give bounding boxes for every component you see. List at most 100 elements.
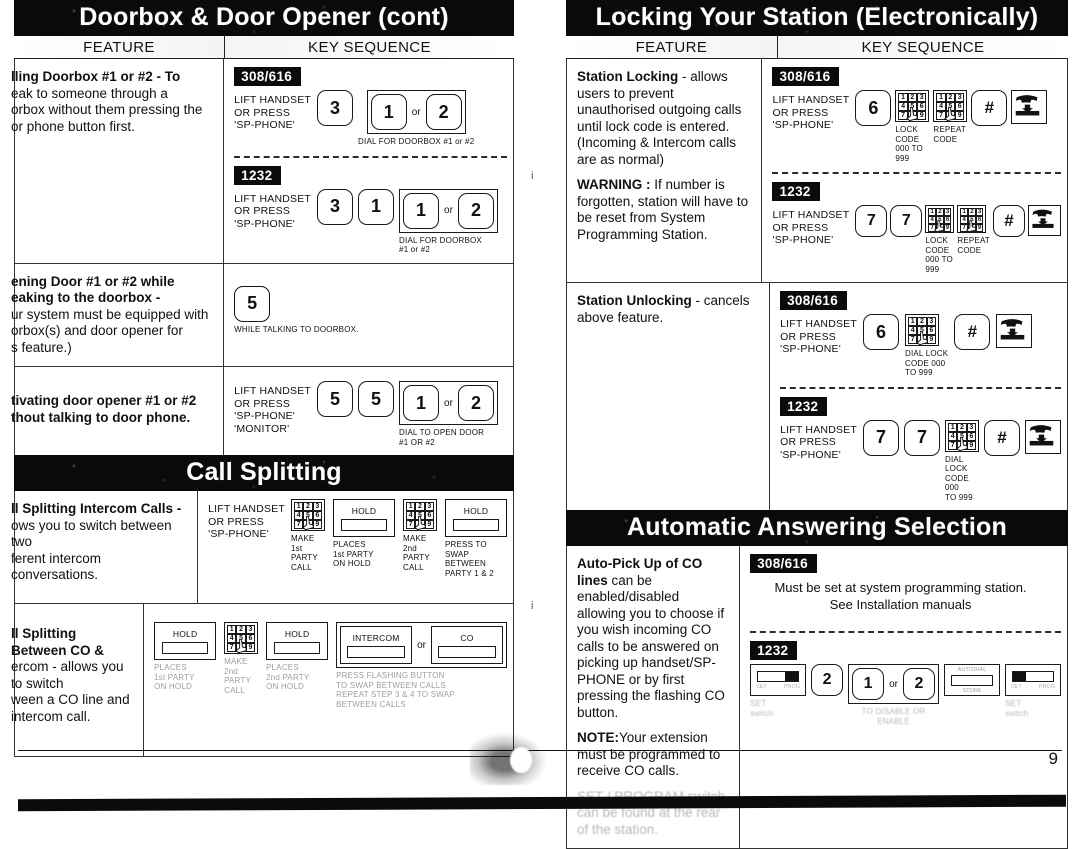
keypad-icon: 123456789 <box>933 90 968 122</box>
right-page-column: Locking Your Station (Electronically) FE… <box>566 0 1068 849</box>
finger-press-icon <box>966 219 977 233</box>
switch-end-set: SET <box>1011 683 1022 690</box>
intercom-button-icon: INTERCOM <box>340 626 413 664</box>
note-line: See Installation manuals <box>829 597 972 612</box>
feature-line: tivating door opener #1 or #2 <box>11 393 197 408</box>
lead-line: OR PRESS <box>772 106 829 119</box>
switch-track <box>757 670 800 682</box>
switch-end-labels: SET PROG <box>756 684 800 690</box>
feature-line: ferent intercom conversations. <box>11 550 102 583</box>
key-button: 1 <box>370 94 407 130</box>
lead-instruction: LIFT HANDSET OR PRESS 'SP-PHONE' <box>780 314 857 356</box>
section-banner-doorbox: Doorbox & Door Opener (cont) <box>14 0 514 36</box>
finger-press-icon <box>414 515 426 531</box>
key-caption: MAKE 2nd PARTY CALL <box>224 657 252 695</box>
model-tag: 308/616 <box>234 67 302 86</box>
feature-text: Station Locking - allows users to preven… <box>577 69 753 243</box>
key-group: 1 or 2 <box>399 381 498 425</box>
model-tag: 1232 <box>772 182 820 201</box>
keypad-icon: 123456789 <box>925 205 955 233</box>
key-caption: DIAL LOCK CODE 000 TO 999 <box>905 349 949 377</box>
key-button: 7 <box>890 205 923 237</box>
lead-line: LIFT HANDSET <box>772 94 850 106</box>
switch-knob <box>785 671 799 681</box>
lead-line: LIFT HANDSET <box>208 503 285 515</box>
key-group: 1 or 2 <box>366 90 466 134</box>
block-divider <box>750 631 1061 633</box>
model-tag: 1232 <box>780 396 828 416</box>
note-line: Must be set at system programming statio… <box>774 580 1027 595</box>
button-label: HOLD <box>463 505 489 516</box>
scan-edge-mark: i <box>531 600 534 612</box>
feature-text: lling Doorbox #1 or #2 - To eak to someo… <box>11 69 215 135</box>
key-button: 2 <box>457 385 494 421</box>
lead-instruction: LIFT HANDSET OR PRESS 'SP-PHONE' <box>234 90 311 132</box>
feature-line: lling Doorbox #1 or #2 - To <box>11 69 181 84</box>
section-banner-call-splitting: Call Splitting <box>14 455 514 491</box>
key-caption: WHILE TALKING TO DOORBOX. <box>234 324 359 334</box>
key-button: 5 <box>317 381 354 417</box>
key-button: 1 <box>403 192 440 229</box>
feature-term: Station Unlocking <box>577 293 692 308</box>
switch-end-prog: PROG <box>783 683 801 690</box>
feature-term: Station Locking <box>577 69 679 84</box>
feature-text: tivating door opener #1 or #2 thout talk… <box>11 377 215 426</box>
key-sequence-cell: LIFT HANDSET OR PRESS 'SP-PHONE' 1234567… <box>198 491 513 603</box>
switch-end-prog: PROG <box>1038 683 1055 690</box>
feature-term: WARNING : <box>577 177 651 192</box>
key-caption: PLACES 1st PARTY ON HOLD <box>154 663 195 691</box>
key-caption: PLACES 1st PARTY ON HOLD <box>333 540 374 568</box>
key-button: 2 <box>425 94 462 130</box>
lead-line: LIFT HANDSET <box>234 94 312 106</box>
keypad-icon: 123456789 <box>905 314 939 346</box>
feature-cell: tivating door opener #1 or #2 thout talk… <box>11 367 225 455</box>
lead-line: LIFT HANDSET <box>234 385 312 397</box>
lead-line: LIFT HANDSET <box>780 423 857 436</box>
table-header-doorbox: FEATURE KEY SEQUENCE <box>14 36 514 59</box>
key-caption: PRESS FLASHING BUTTON TO SWAP BETWEEN CA… <box>336 671 455 709</box>
keypad-icon: 123456789 <box>895 90 930 122</box>
feature-cell: ll Splitting Between CO & ercom - allows… <box>11 604 145 756</box>
store-label: STORE <box>962 687 982 694</box>
lead-line: OR PRESS <box>234 397 291 410</box>
lead-line: 'SP-PHONE' <box>772 234 834 246</box>
feature-desc: can be enabled/disabled allowing you to … <box>577 572 725 720</box>
lead-line: LIFT HANDSET <box>772 209 850 221</box>
key-caption: DIAL FOR DOORBOX #1 or #2 <box>358 137 475 146</box>
column-header-key-sequence: KEY SEQUENCE <box>861 38 985 56</box>
key-caption: TO DISABLE OR ENABLE <box>861 707 926 726</box>
table-row: tivating door opener #1 or #2 thout talk… <box>11 367 513 455</box>
hold-button-icon: HOLD <box>266 622 329 660</box>
finger-press-icon <box>934 219 945 233</box>
keypad-icon: 123456789 <box>945 419 979 452</box>
model-tag: 1232 <box>750 641 798 660</box>
feature-cell: lling Doorbox #1 or #2 - To eak to someo… <box>11 59 225 263</box>
lead-instruction: LIFT HANDSET OR PRESS 'SP-PHONE' <box>208 499 285 541</box>
keypad-icon: 123456789 <box>224 622 259 654</box>
lead-line: 'SP-PHONE' <box>780 343 841 355</box>
lead-instruction: LIFT HANDSET OR PRESS 'SP-PHONE' <box>780 420 857 462</box>
feature-line: ening Door #1 or #2 while <box>11 273 175 289</box>
feature-text: ening Door #1 or #2 while eaking to the … <box>11 274 215 357</box>
switch-track <box>1012 670 1054 682</box>
page-spine <box>531 0 532 827</box>
key-caption: LOCK CODE 000 TO 999 <box>925 236 953 274</box>
table-row: lling Doorbox #1 or #2 - To eak to someo… <box>11 59 513 264</box>
block-divider <box>780 386 1061 389</box>
finger-press-icon <box>906 106 919 122</box>
section-banner-auto-answering: Automatic Answering Selection <box>566 510 1068 546</box>
finger-press-icon <box>956 436 968 451</box>
doorbox-table: lling Doorbox #1 or #2 - To eak to someo… <box>11 59 514 456</box>
keypad-icon: 123456789 <box>291 499 325 531</box>
key-button: 3 <box>317 90 354 126</box>
block-divider <box>234 155 507 158</box>
finger-press-icon <box>916 330 928 346</box>
switch-knob <box>1013 671 1026 681</box>
table-header-locking: FEATURE KEY SEQUENCE <box>566 36 1068 59</box>
feature-line: ll Splitting Intercom Calls - <box>11 501 182 516</box>
key-button-hash: # <box>993 205 1025 237</box>
or-label: or <box>411 106 421 118</box>
key-button: 7 <box>855 205 888 237</box>
table-row: ening Door #1 or #2 while eaking to the … <box>11 263 513 367</box>
co-button-icon: CO <box>431 626 503 664</box>
